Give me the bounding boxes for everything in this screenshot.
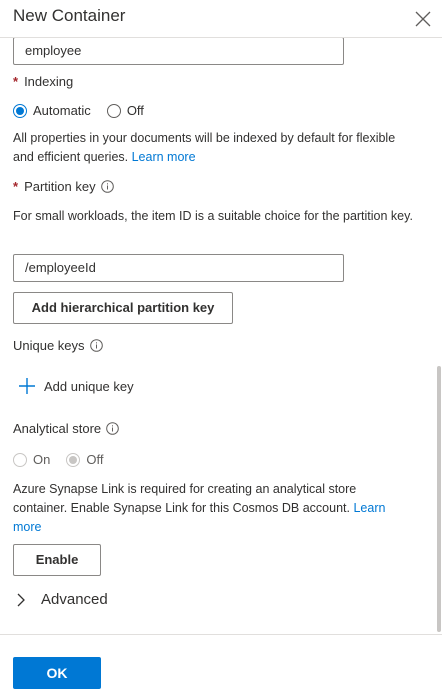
panel-title: New Container <box>13 6 126 25</box>
plus-icon <box>19 378 35 394</box>
partition-key-label-text: Partition key <box>24 179 96 194</box>
radio-checked-icon <box>66 452 81 467</box>
indexing-off-radio[interactable]: Off <box>106 103 144 118</box>
close-icon <box>415 11 431 27</box>
info-icon[interactable] <box>106 422 119 435</box>
analytical-store-label-text: Analytical store <box>13 421 102 436</box>
close-button[interactable] <box>412 8 434 30</box>
required-marker: * <box>13 179 19 194</box>
analytical-store-on-label: On <box>33 452 51 467</box>
required-marker: * <box>13 74 19 89</box>
container-id-input[interactable]: employee <box>13 38 344 65</box>
add-unique-key-label: Add unique key <box>44 378 134 394</box>
analytical-store-description-text: Azure Synapse Link is required for creat… <box>13 482 357 515</box>
partition-key-description: For small workloads, the item ID is a su… <box>13 209 413 223</box>
analytical-store-radio-group: On Off <box>13 452 119 467</box>
analytical-store-off-label: Off <box>86 452 104 467</box>
analytical-store-on-radio[interactable]: On <box>13 452 50 467</box>
radio-unchecked-icon <box>106 103 121 118</box>
indexing-radio-group: Automatic Off <box>13 103 160 118</box>
indexing-automatic-label: Automatic <box>33 103 91 118</box>
panel-footer: OK <box>0 634 442 700</box>
advanced-label: Advanced <box>41 591 108 608</box>
add-unique-key-button[interactable]: Add unique key <box>18 377 134 395</box>
analytical-store-off-radio[interactable]: Off <box>66 452 103 467</box>
unique-keys-label-text: Unique keys <box>13 338 85 353</box>
advanced-section-toggle[interactable]: Advanced <box>15 591 108 608</box>
partition-key-input[interactable]: /employeeId <box>13 254 344 282</box>
analytical-store-description: Azure Synapse Link is required for creat… <box>13 480 413 537</box>
add-hierarchical-partition-key-button[interactable]: Add hierarchical partition key <box>13 292 233 324</box>
panel-body: employee * Indexing Automatic Off All pr… <box>0 38 442 634</box>
unique-keys-label: Unique keys <box>13 338 103 353</box>
analytical-store-label: Analytical store <box>13 421 119 436</box>
indexing-label: * Indexing <box>13 74 73 89</box>
indexing-automatic-radio[interactable]: Automatic <box>13 103 91 118</box>
panel-header: New Container <box>0 0 442 38</box>
indexing-description: All properties in your documents will be… <box>13 129 413 167</box>
indexing-label-text: Indexing <box>24 74 74 89</box>
ok-button[interactable]: OK <box>13 657 101 689</box>
indexing-learn-more-link[interactable]: Learn more <box>132 150 196 164</box>
indexing-description-text: All properties in your documents will be… <box>13 131 396 164</box>
scrollbar[interactable] <box>437 366 441 632</box>
info-icon[interactable] <box>89 339 103 352</box>
enable-synapse-link-button[interactable]: Enable <box>13 544 101 576</box>
chevron-right-icon <box>17 593 25 606</box>
radio-checked-icon <box>13 103 27 118</box>
partition-key-label: * Partition key <box>13 179 114 194</box>
radio-unchecked-icon <box>13 452 27 467</box>
indexing-off-label: Off <box>126 103 144 118</box>
info-icon[interactable] <box>100 180 114 193</box>
